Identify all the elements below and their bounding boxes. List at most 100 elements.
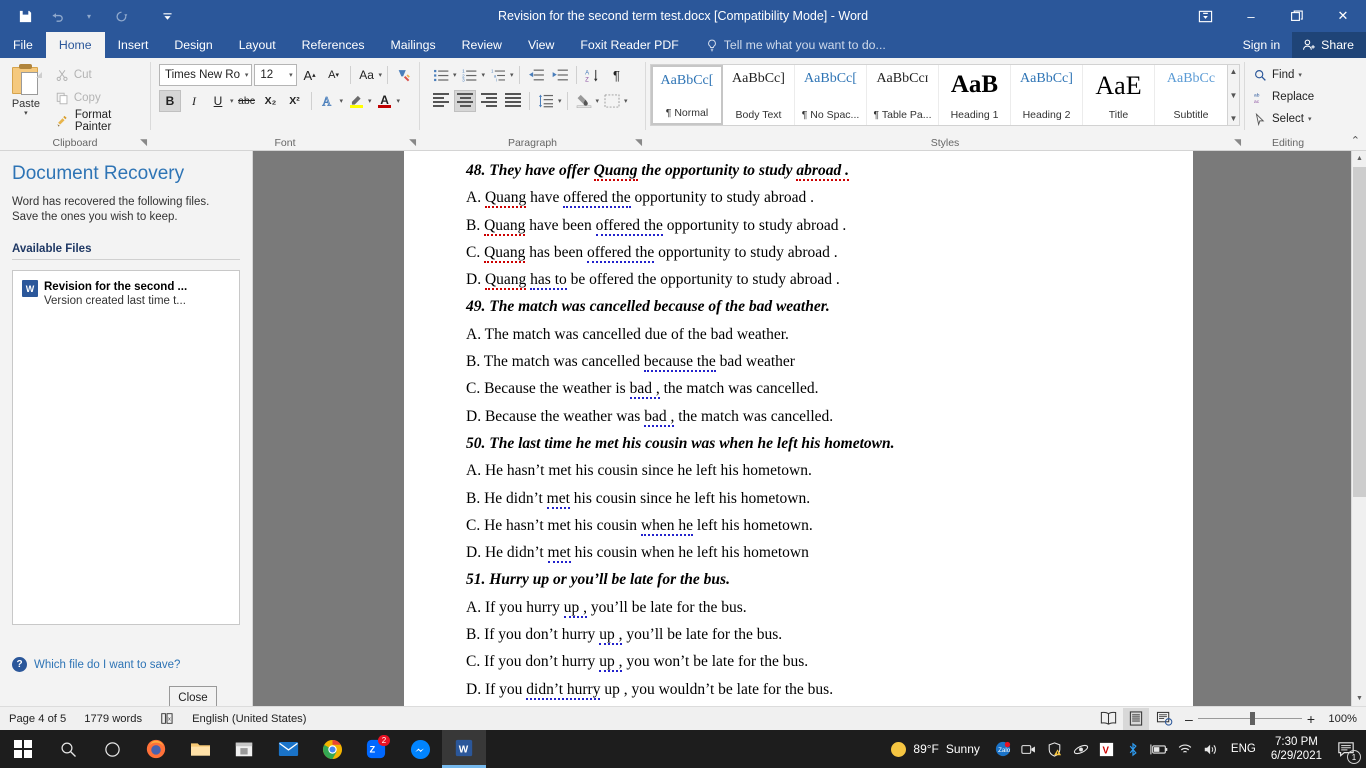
share-button[interactable]: Share xyxy=(1292,32,1366,58)
text-effects-icon[interactable]: A xyxy=(317,90,339,112)
satellite-icon[interactable] xyxy=(1068,730,1094,768)
windows-start-icon[interactable] xyxy=(0,730,46,768)
clear-formatting-icon[interactable] xyxy=(393,64,415,86)
select-button[interactable]: Select ▾ xyxy=(1251,108,1327,130)
scroll-down-icon[interactable]: ▼ xyxy=(1352,691,1366,706)
tab-foxit-reader-pdf[interactable]: Foxit Reader PDF xyxy=(567,32,691,58)
minimize-button[interactable]: – xyxy=(1228,0,1274,32)
zalo-icon[interactable]: Z 2 xyxy=(354,730,398,768)
borders-icon[interactable] xyxy=(601,90,623,112)
volume-icon[interactable] xyxy=(1198,730,1224,768)
tab-home[interactable]: Home xyxy=(45,32,105,58)
text-effects-dropdown-icon[interactable]: ▾ xyxy=(340,97,344,105)
style-subtitle[interactable]: AaBbCc Subtitle xyxy=(1155,65,1227,125)
document-page[interactable]: 48. They have offer Quang the opportunit… xyxy=(404,151,1193,706)
read-mode-icon[interactable] xyxy=(1095,708,1121,730)
document-canvas[interactable]: 48. They have offer Quang the opportunit… xyxy=(253,151,1366,706)
paste-dropdown-icon[interactable]: ▾ xyxy=(24,110,28,118)
paragraph-dialog-launcher-icon[interactable]: ◥ xyxy=(635,137,642,148)
multilevel-list-icon[interactable]: 1ai xyxy=(487,64,509,86)
strikethrough-button[interactable]: abc xyxy=(236,90,258,112)
gallery-scroll-down-icon[interactable]: ▼ xyxy=(1230,91,1238,100)
camera-tray-icon[interactable] xyxy=(1016,730,1042,768)
save-icon[interactable] xyxy=(10,3,40,29)
undo-icon[interactable] xyxy=(42,3,72,29)
bold-button[interactable]: B xyxy=(159,90,181,112)
style-no-spacing[interactable]: AaBbCc[ ¶ No Spac... xyxy=(795,65,867,125)
security-warning-icon[interactable] xyxy=(1042,730,1068,768)
messenger-icon[interactable] xyxy=(398,730,442,768)
shrink-font-button[interactable]: A ▾ xyxy=(323,64,345,86)
font-dialog-launcher-icon[interactable]: ◥ xyxy=(409,137,416,148)
bullets-icon[interactable] xyxy=(430,64,452,86)
underline-button[interactable]: U xyxy=(207,90,229,112)
tab-view[interactable]: View xyxy=(515,32,567,58)
find-dropdown-icon[interactable]: ▾ xyxy=(1298,71,1302,79)
zalo-tray-icon[interactable]: Zalo xyxy=(990,730,1016,768)
zoom-out-button[interactable]: – xyxy=(1185,711,1193,727)
file-explorer-icon[interactable] xyxy=(178,730,222,768)
font-name-input[interactable]: Times New Ro ▾ xyxy=(159,64,253,86)
word-icon[interactable]: W xyxy=(442,730,486,768)
font-name-dropdown-icon[interactable]: ▾ xyxy=(245,71,249,79)
align-right-icon[interactable] xyxy=(478,90,500,112)
shading-dropdown-icon[interactable]: ▾ xyxy=(596,97,600,105)
sort-icon[interactable]: AZ xyxy=(582,64,604,86)
search-icon[interactable] xyxy=(46,730,90,768)
style-heading-2[interactable]: AaBbCc] Heading 2 xyxy=(1011,65,1083,125)
page-indicator[interactable]: Page 4 of 5 xyxy=(0,713,75,725)
style-heading-1[interactable]: AaB Heading 1 xyxy=(939,65,1011,125)
highlight-dropdown-icon[interactable]: ▾ xyxy=(368,97,372,105)
style-body-text[interactable]: AaBbCc] Body Text xyxy=(723,65,795,125)
undo-dropdown-icon[interactable]: ▾ xyxy=(74,3,104,29)
v-app-icon[interactable]: V xyxy=(1094,730,1120,768)
line-spacing-dropdown-icon[interactable]: ▾ xyxy=(558,97,562,105)
web-layout-icon[interactable] xyxy=(1151,708,1177,730)
subscript-button[interactable]: X₂ xyxy=(260,90,282,112)
gallery-scroll-up-icon[interactable]: ▲ xyxy=(1230,67,1238,76)
decrease-indent-icon[interactable] xyxy=(525,64,547,86)
weather-widget[interactable]: 89°F Sunny xyxy=(881,741,990,757)
copy-button[interactable]: Copy xyxy=(52,88,146,108)
find-button[interactable]: Find ▾ xyxy=(1251,64,1327,86)
scrollbar-thumb[interactable] xyxy=(1353,167,1366,497)
style-title[interactable]: AaΕ Title xyxy=(1083,65,1155,125)
sign-in-button[interactable]: Sign in xyxy=(1233,38,1291,52)
numbering-icon[interactable]: 123 xyxy=(459,64,481,86)
restore-button[interactable] xyxy=(1274,0,1320,32)
wifi-icon[interactable] xyxy=(1172,730,1198,768)
store-icon[interactable] xyxy=(222,730,266,768)
superscript-button[interactable]: X² xyxy=(284,90,306,112)
style-normal[interactable]: AaBbCc[ ¶ Normal xyxy=(651,65,723,125)
highlight-icon[interactable] xyxy=(345,90,367,112)
tab-insert[interactable]: Insert xyxy=(105,32,162,58)
zoom-in-button[interactable]: + xyxy=(1307,711,1315,727)
word-count[interactable]: 1779 words xyxy=(75,713,151,725)
language-indicator[interactable]: English (United States) xyxy=(183,713,315,725)
battery-icon[interactable] xyxy=(1146,730,1172,768)
borders-dropdown-icon[interactable]: ▾ xyxy=(624,97,628,105)
replace-button[interactable]: ab ac Replace xyxy=(1251,86,1327,108)
bluetooth-icon[interactable] xyxy=(1120,730,1146,768)
multilevel-dropdown-icon[interactable]: ▾ xyxy=(510,71,514,79)
tab-file[interactable]: File xyxy=(0,32,46,58)
cut-button[interactable]: Cut xyxy=(52,65,146,85)
select-dropdown-icon[interactable]: ▾ xyxy=(1308,115,1312,123)
change-case-dropdown-icon[interactable]: ▾ xyxy=(379,71,383,79)
line-spacing-icon[interactable] xyxy=(535,90,557,112)
recovery-help-row[interactable]: ? Which file do I want to save? xyxy=(12,657,240,672)
vertical-scrollbar[interactable]: ▲ ▼ xyxy=(1351,151,1366,706)
firefox-icon[interactable] xyxy=(134,730,178,768)
styles-gallery-scroll[interactable]: ▲ ▼ ▼ xyxy=(1228,64,1240,126)
print-layout-icon[interactable] xyxy=(1123,707,1150,730)
gallery-more-icon[interactable]: ▼ xyxy=(1230,114,1238,123)
grow-font-button[interactable]: A ▴ xyxy=(299,64,321,86)
format-painter-button[interactable]: Format Painter xyxy=(52,109,146,133)
tab-mailings[interactable]: Mailings xyxy=(378,32,449,58)
font-size-dropdown-icon[interactable]: ▾ xyxy=(289,71,293,79)
align-center-icon[interactable] xyxy=(454,90,476,112)
zoom-slider[interactable]: – + xyxy=(1185,711,1315,727)
zoom-track[interactable] xyxy=(1197,712,1302,725)
italic-button[interactable]: I xyxy=(183,90,205,112)
collapse-ribbon-icon[interactable]: ⌃ xyxy=(1351,134,1360,147)
